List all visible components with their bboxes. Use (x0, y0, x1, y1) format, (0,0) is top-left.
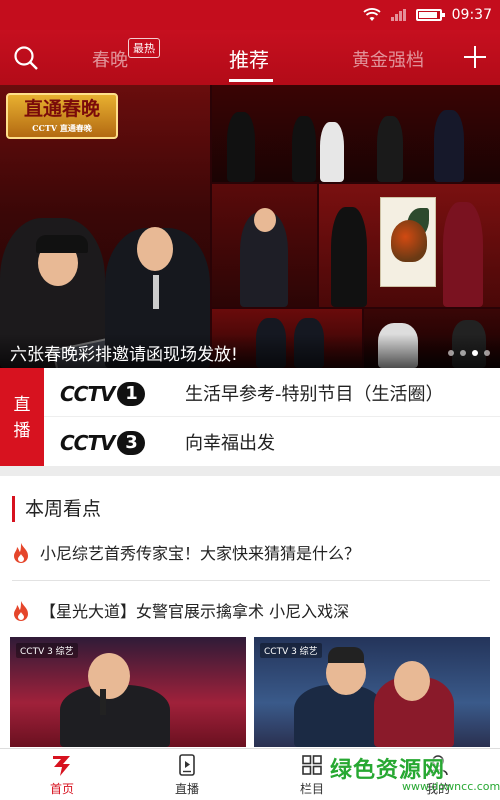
nav-home[interactable]: 首页 (27, 749, 97, 800)
nav-live[interactable]: 直播 (152, 749, 222, 800)
news-item[interactable]: 小尼综艺首秀传家宝！大家快来猜猜是什么？ (12, 536, 490, 576)
live-program-title: 向幸福出发 (185, 433, 275, 454)
banner-photo-performer (212, 184, 317, 307)
hot-badge: 最热 (128, 38, 160, 58)
search-icon[interactable] (12, 44, 40, 72)
show-logo: 直通春晚 CCTV 直通春晚 (6, 93, 118, 139)
carousel-dots[interactable] (448, 350, 490, 356)
signal-icon (390, 9, 406, 21)
banner-photo-stage (212, 85, 500, 182)
live-channel-cctv1[interactable]: CCTV 1 生活早参考-特别节目（生活圈） (60, 368, 500, 417)
banner-carousel[interactable]: 直通春晚 CCTV 直通春晚 六张春晚彩排邀请函现场发放! (0, 85, 500, 368)
carousel-dot[interactable] (460, 350, 466, 356)
video-thumbnail[interactable]: CCTV 3 综艺 (10, 637, 246, 747)
news-title: 【星光大道】女警官展示擒拿术 小尼入戏深 (40, 602, 350, 621)
cctv3-logo: CCTV 3 (60, 430, 146, 456)
status-bar: 09:37 (0, 0, 500, 30)
banner-caption-bar: 六张春晚彩排邀请函现场发放! (0, 334, 500, 368)
channel-watermark: CCTV 3 综艺 (260, 643, 322, 658)
wifi-icon (363, 8, 381, 21)
live-program-title: 生活早参考-特别节目（生活圈） (185, 384, 444, 405)
banner-main-photo: 直通春晚 CCTV 直通春晚 (0, 85, 210, 368)
flame-icon (14, 601, 28, 621)
banner-caption: 六张春晚彩排邀请函现场发放! (10, 345, 238, 365)
carousel-dot[interactable] (484, 350, 490, 356)
video-thumbnail[interactable]: CCTV 3 综艺 (254, 637, 490, 747)
app-root: 09:37 春晚 最热 推荐 黄金强档 直通春晚 CCTV 直通春晚 六张春晚彩… (0, 0, 500, 800)
carousel-dot[interactable] (472, 350, 478, 356)
divider (12, 580, 490, 581)
rooster-painting (380, 197, 436, 287)
add-channel-icon[interactable] (460, 42, 490, 72)
channel-watermark: CCTV 3 综艺 (16, 643, 78, 658)
flame-icon (14, 543, 28, 563)
tab-recommended[interactable]: 推荐 (229, 44, 269, 73)
active-tab-indicator (229, 79, 273, 82)
tab-spring-gala[interactable]: 春晚 (92, 46, 128, 72)
live-icon (179, 754, 195, 776)
site-watermark: 绿色资源网 www.downcc.com (330, 758, 500, 793)
tab-prime-time[interactable]: 黄金强档 (352, 46, 424, 72)
clock: 09:37 (451, 7, 492, 23)
section-title: 本周看点 (12, 496, 101, 522)
grid-icon (302, 755, 322, 775)
live-channel-cctv3[interactable]: CCTV 3 向幸福出发 (60, 417, 500, 466)
live-tag: 直 播 (0, 368, 44, 466)
carousel-dot[interactable] (448, 350, 454, 356)
battery-icon (415, 9, 445, 21)
news-item[interactable]: 【星光大道】女警官展示擒拿术 小尼入戏深 (12, 594, 490, 634)
top-nav: 春晚 最热 推荐 黄金强档 (0, 30, 500, 85)
section-separator (0, 466, 500, 476)
news-title: 小尼综艺首秀传家宝！大家快来猜猜是什么？ (40, 544, 361, 563)
home-3-icon (53, 756, 70, 776)
cctv1-logo: CCTV 1 (60, 381, 146, 407)
live-section: 直 播 CCTV 1 生活早参考-特别节目（生活圈） CCTV 3 向幸福出发 (0, 368, 500, 466)
